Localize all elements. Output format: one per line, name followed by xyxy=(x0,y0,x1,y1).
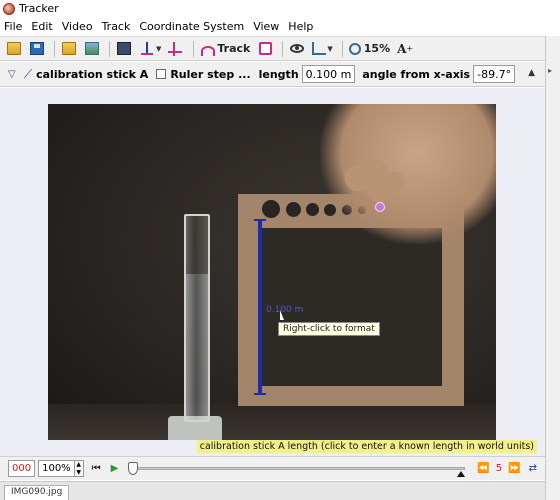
spinner-up-icon[interactable]: ▲ xyxy=(76,461,81,468)
frame-hole xyxy=(306,203,319,216)
create-track-button[interactable]: Track xyxy=(198,39,252,59)
calibration-endpoint-marker[interactable] xyxy=(375,202,385,212)
graduated-cylinder xyxy=(184,214,210,422)
export-image-button[interactable] xyxy=(82,39,102,59)
toolbar-separator xyxy=(54,40,55,57)
visibility-button[interactable] xyxy=(287,39,307,59)
menu-view[interactable]: View xyxy=(253,20,279,33)
menu-track[interactable]: Track xyxy=(102,20,131,33)
slider-track xyxy=(128,466,466,470)
font-size-button[interactable]: A + xyxy=(395,39,415,59)
menu-edit[interactable]: Edit xyxy=(31,20,52,33)
right-panel-gutter[interactable]: ▸ xyxy=(545,36,560,500)
track-icon xyxy=(200,42,216,56)
zoom-icon xyxy=(348,42,361,55)
spinner-down-icon[interactable]: ▼ xyxy=(76,469,81,476)
track-points-icon xyxy=(258,42,272,55)
length-label: length xyxy=(258,67,299,81)
ruler-step-checkbox[interactable] xyxy=(156,69,167,79)
save-button[interactable] xyxy=(27,39,47,59)
menu-help[interactable]: Help xyxy=(288,20,313,33)
video-image: 0.100 m Right-click to format xyxy=(48,104,496,440)
calibration-tools-icon xyxy=(139,41,155,56)
clip-settings-icon xyxy=(117,42,131,55)
frame-counter[interactable]: 000 xyxy=(8,460,36,477)
tracker-app-icon xyxy=(3,2,15,15)
table-surface xyxy=(48,404,496,440)
angle-field[interactable]: -89.7° xyxy=(473,65,516,83)
status-message: calibration stick A length (click to ent… xyxy=(196,440,537,453)
length-field[interactable]: 0.100 m xyxy=(301,65,356,83)
main-toolbar: ▼ Track ▼ 15% A + xyxy=(0,36,545,61)
file-tab[interactable]: IMG090.jpg xyxy=(4,485,70,500)
play-button[interactable]: ▶ xyxy=(111,463,119,474)
slider-end-marker[interactable] xyxy=(457,470,466,477)
toolbar-separator xyxy=(109,40,110,57)
menu-file[interactable]: File xyxy=(4,20,22,33)
open-video-icon xyxy=(62,42,76,55)
frame-hole xyxy=(262,200,280,218)
coordinate-axes-button[interactable] xyxy=(166,39,186,59)
window-title: Tracker xyxy=(19,2,59,15)
zoom-level: 15% xyxy=(363,42,391,55)
menu-video[interactable]: Video xyxy=(62,20,93,33)
open-folder-icon xyxy=(7,42,21,55)
visibility-icon xyxy=(290,44,305,53)
collapse-toolbar-icon[interactable]: ▲ xyxy=(528,68,535,78)
title-bar: Tracker xyxy=(0,0,560,17)
calibration-stick-icon: ⟋ xyxy=(23,66,33,81)
rewind-button[interactable]: ⏮ xyxy=(92,463,101,474)
calibration-stick-line[interactable] xyxy=(258,219,262,395)
step-forward-button[interactable]: ⏩ xyxy=(508,463,520,474)
player-bar: 000 100% ▲ ▼ ⏮ ▶ ⏪ 5 ⏩ ⇄ xyxy=(0,456,545,480)
frame-slider[interactable] xyxy=(128,461,466,477)
toolbar-separator xyxy=(282,40,284,57)
video-frame[interactable]: 0.100 m Right-click to format xyxy=(48,104,496,440)
zoom-field[interactable]: 100% xyxy=(38,460,75,477)
clip-settings-button[interactable] xyxy=(114,39,134,59)
create-track-label: Track xyxy=(217,42,251,55)
step-back-button[interactable]: ⏪ xyxy=(477,463,489,474)
file-tabs: IMG090.jpg xyxy=(0,481,545,500)
filter-icon[interactable]: ▽ xyxy=(8,69,16,80)
cylinder-water xyxy=(186,274,208,420)
coordinate-axes-icon xyxy=(168,41,184,56)
calibration-stick-name[interactable]: calibration stick A xyxy=(36,68,148,81)
grid-button[interactable]: ▼ xyxy=(310,39,334,59)
open-image-icon xyxy=(85,42,99,55)
save-icon xyxy=(30,42,44,55)
frame-hole xyxy=(286,202,301,217)
format-tooltip: Right-click to format xyxy=(278,322,380,336)
toolbar-separator xyxy=(341,40,343,57)
ruler-step-label[interactable]: Ruler step ... xyxy=(170,68,250,81)
track-points-button[interactable] xyxy=(255,39,275,59)
video-viewer[interactable]: 0.100 m Right-click to format calibratio… xyxy=(0,88,545,456)
angle-label: angle from x-axis xyxy=(362,67,471,81)
plus-icon: + xyxy=(406,44,414,53)
font-size-icon: A xyxy=(397,41,407,56)
mouse-cursor xyxy=(280,310,288,320)
calibration-toolbar: ▽ ⟋ calibration stick A Ruler step ... l… xyxy=(0,62,545,87)
expand-panel-icon[interactable]: ▸ xyxy=(548,66,552,75)
menu-bar: File Edit Video Track Coordinate System … xyxy=(0,17,560,35)
slider-thumb[interactable] xyxy=(128,461,139,475)
grid-icon xyxy=(312,42,327,55)
calibration-stick-end-top[interactable] xyxy=(254,219,266,221)
chevron-down-icon: ▼ xyxy=(156,44,162,53)
toolbar-separator xyxy=(193,40,195,57)
menu-coordinate-system[interactable]: Coordinate System xyxy=(139,20,244,33)
open-video-button[interactable] xyxy=(59,39,79,59)
calibration-tools-button[interactable]: ▼ xyxy=(137,39,163,59)
chevron-down-icon: ▼ xyxy=(327,44,333,53)
loop-button[interactable]: ⇄ xyxy=(529,463,537,474)
open-button[interactable] xyxy=(4,39,24,59)
calibration-stick-end-bottom[interactable] xyxy=(254,393,266,395)
zoom-spinner[interactable]: ▲ ▼ xyxy=(74,460,84,477)
zoom-button[interactable]: 15% xyxy=(347,39,392,59)
step-size[interactable]: 5 xyxy=(496,463,502,474)
